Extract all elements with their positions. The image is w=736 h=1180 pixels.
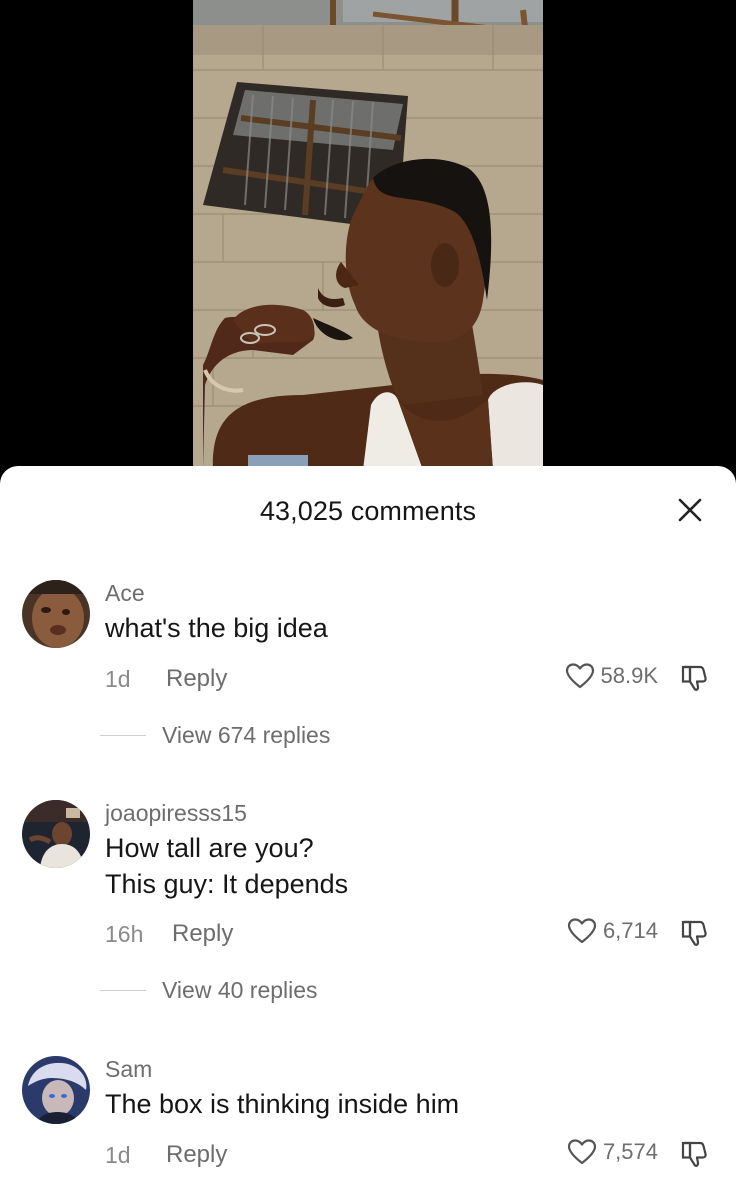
comment-time: 1d bbox=[105, 666, 131, 692]
comment-username[interactable]: Sam bbox=[105, 1056, 152, 1083]
comment-time: 16h bbox=[105, 921, 144, 947]
replies-divider-line bbox=[100, 735, 146, 736]
avatar[interactable] bbox=[22, 580, 90, 648]
thumbs-down-icon bbox=[681, 665, 707, 691]
avatar[interactable] bbox=[22, 1056, 90, 1124]
comment-text: The box is thinking inside him bbox=[105, 1089, 460, 1119]
comment-time: 1d bbox=[105, 1142, 131, 1168]
comment-text-line-1: How tall are you? bbox=[105, 833, 314, 863]
view-replies-button[interactable]: View 40 replies bbox=[100, 977, 318, 1004]
avatar-image bbox=[22, 800, 90, 868]
close-button[interactable] bbox=[670, 490, 710, 530]
reply-button[interactable]: Reply bbox=[172, 920, 233, 948]
like-button[interactable]: 58.9K bbox=[565, 662, 659, 690]
view-replies-label: View 40 replies bbox=[162, 977, 318, 1003]
reply-button[interactable]: Reply bbox=[166, 665, 227, 693]
heart-outline-icon bbox=[567, 1139, 597, 1165]
view-replies-button[interactable]: View 674 replies bbox=[100, 722, 330, 749]
like-button[interactable]: 6,714 bbox=[567, 917, 658, 945]
dislike-button[interactable] bbox=[680, 1140, 710, 1168]
comment-text-line-2: This guy: It depends bbox=[105, 869, 349, 899]
dislike-button[interactable] bbox=[680, 664, 710, 692]
avatar-image bbox=[22, 1056, 90, 1124]
comments-count-title: 43,025 comments bbox=[259, 496, 477, 526]
replies-divider-line bbox=[100, 990, 146, 991]
thumbs-down-icon bbox=[681, 920, 707, 946]
avatar-image bbox=[22, 580, 90, 648]
comments-sheet: 43,025 comments Ace what's the big idea … bbox=[0, 466, 736, 1180]
like-count: 6,714 bbox=[602, 918, 658, 943]
reply-button[interactable]: Reply bbox=[166, 1141, 227, 1169]
video-frame[interactable] bbox=[193, 0, 543, 470]
video-player[interactable] bbox=[0, 0, 736, 470]
heart-outline-icon bbox=[567, 918, 597, 944]
like-button[interactable]: 7,574 bbox=[567, 1138, 658, 1166]
like-count: 58.9K bbox=[600, 663, 659, 688]
thumbs-down-icon bbox=[681, 1141, 707, 1167]
like-count: 7,574 bbox=[602, 1139, 658, 1164]
comment-username[interactable]: Ace bbox=[105, 580, 145, 607]
comment-text: what's the big idea bbox=[105, 613, 328, 643]
avatar[interactable] bbox=[22, 800, 90, 868]
dislike-button[interactable] bbox=[680, 919, 710, 947]
video-still-image bbox=[193, 0, 543, 470]
view-replies-label: View 674 replies bbox=[162, 722, 331, 748]
comment-username[interactable]: joaopiresss15 bbox=[105, 800, 247, 827]
heart-outline-icon bbox=[565, 663, 594, 689]
close-icon bbox=[678, 498, 702, 522]
